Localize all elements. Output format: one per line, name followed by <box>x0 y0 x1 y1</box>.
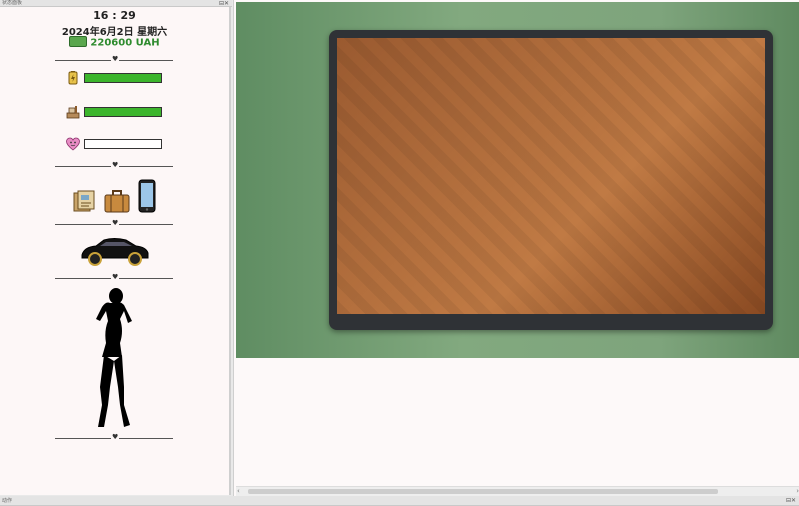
game-clock: 16 : 29 <box>93 9 136 22</box>
character-silhouette[interactable] <box>88 287 138 433</box>
bottom-titlebar: 动作 ⊟✕ <box>0 496 799 506</box>
money-display: 220600 UAH <box>0 36 229 49</box>
tv-frame <box>329 30 773 330</box>
sidebar-title: 状态面板 <box>2 0 23 6</box>
scrollbar-thumb[interactable] <box>248 489 718 494</box>
heart-ornament-icon: ♥ <box>111 273 120 281</box>
stat-mood <box>66 137 166 151</box>
hunger-bar-fill <box>85 108 161 116</box>
bottom-window-controls[interactable]: ⊟✕ <box>786 496 796 506</box>
sidebar-window-controls[interactable]: ⊟✕ <box>219 0 229 7</box>
divider: ♥ <box>55 219 173 227</box>
suitcase-icon[interactable] <box>104 189 130 213</box>
smartphone-icon[interactable] <box>138 179 156 213</box>
sidebar-titlebar: 状态面板 ⊟✕ <box>0 0 232 7</box>
heart-ornament-icon: ♥ <box>111 433 120 441</box>
energy-bar <box>84 73 162 83</box>
money-amount: 220600 UAH <box>90 37 160 49</box>
battery-icon <box>68 71 78 85</box>
money-icon <box>69 36 88 47</box>
horizontal-scrollbar[interactable]: ‹ › <box>236 486 799 496</box>
tv-screen-placeholder <box>337 38 765 314</box>
inventory-items <box>72 179 162 215</box>
main-viewport: ‹ › <box>233 0 799 496</box>
heart-ornament-icon: ♥ <box>111 219 120 227</box>
mood-bar <box>84 139 162 149</box>
bottom-title: 动作 <box>2 498 13 504</box>
hunger-bar <box>84 107 162 117</box>
stat-hunger <box>66 105 166 119</box>
scroll-left-icon[interactable]: ‹ <box>237 487 240 495</box>
divider: ♥ <box>55 273 173 281</box>
heart-ornament-icon: ♥ <box>111 55 120 63</box>
car-icon[interactable] <box>78 235 150 267</box>
divider: ♥ <box>55 161 173 169</box>
game-date: 2024年6月2日 星期六 <box>61 27 168 38</box>
food-icon <box>66 106 80 119</box>
stat-energy <box>66 71 166 85</box>
heart-ornament-icon: ♥ <box>111 161 120 169</box>
divider: ♥ <box>55 433 173 441</box>
energy-bar-fill <box>85 74 161 82</box>
status-sidebar: 16 : 29 2024年6月2日 星期六 220600 UAH ♥ ♥ ♥ ♥… <box>0 7 231 495</box>
divider: ♥ <box>55 55 173 63</box>
heart-face-icon <box>66 137 80 151</box>
tv-screen <box>337 38 765 314</box>
scene-image <box>236 2 799 358</box>
documents-icon[interactable] <box>72 189 96 213</box>
